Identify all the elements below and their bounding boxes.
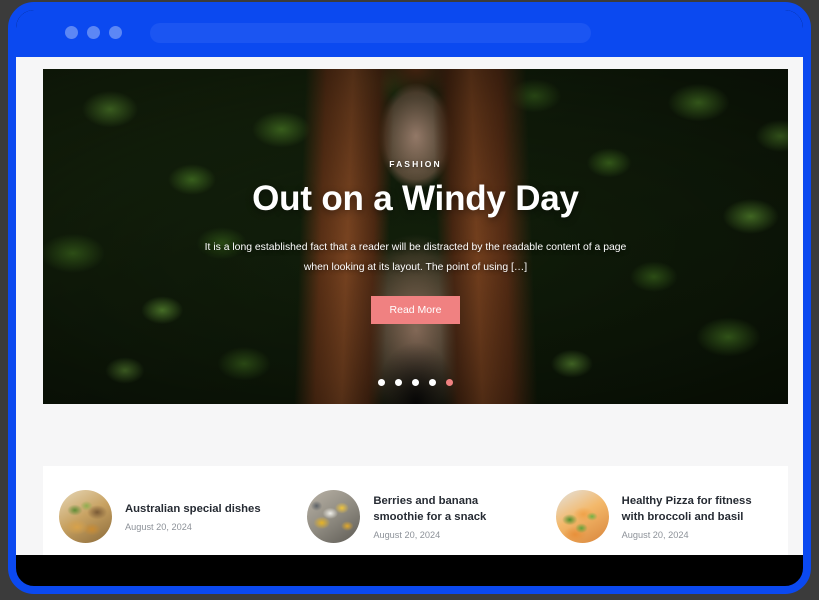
recent-post-item[interactable]: Berries and banana smoothie for a snack A… <box>291 490 539 543</box>
hero-slider: FASHION Out on a Windy Day It is a long … <box>43 69 788 404</box>
slider-dot-3[interactable] <box>412 379 419 386</box>
post-text-block: Healthy Pizza for fitness with broccoli … <box>622 493 772 540</box>
slider-dot-1[interactable] <box>378 379 385 386</box>
page-viewport: FASHION Out on a Windy Day It is a long … <box>16 57 803 555</box>
read-more-button[interactable]: Read More <box>370 296 461 325</box>
slider-dot-4[interactable] <box>429 379 436 386</box>
post-title[interactable]: Berries and banana smoothie for a snack <box>373 493 523 525</box>
post-text-block: Australian special dishes August 20, 2024 <box>125 501 261 532</box>
close-window-dot[interactable] <box>65 26 78 39</box>
minimize-window-dot[interactable] <box>87 26 100 39</box>
browser-window-mockup: FASHION Out on a Windy Day It is a long … <box>8 2 811 594</box>
slider-pagination-dots <box>43 379 788 386</box>
post-text-block: Berries and banana smoothie for a snack A… <box>373 493 523 540</box>
post-thumbnail-image <box>307 490 361 543</box>
post-date: August 20, 2024 <box>125 522 192 533</box>
browser-titlebar <box>16 10 803 57</box>
post-date: August 20, 2024 <box>373 530 441 541</box>
maximize-window-dot[interactable] <box>109 26 122 39</box>
slider-dot-2[interactable] <box>395 379 402 386</box>
hero-category-label[interactable]: FASHION <box>389 159 441 169</box>
post-title[interactable]: Healthy Pizza for fitness with broccoli … <box>622 493 772 525</box>
post-thumbnail-image <box>59 490 112 543</box>
hero-excerpt: It is a long established fact that a rea… <box>204 241 627 273</box>
recent-post-item[interactable]: Healthy Pizza for fitness with broccoli … <box>540 490 788 543</box>
recent-posts-strip: Australian special dishes August 20, 2024… <box>43 466 788 555</box>
hero-title: Out on a Windy Day <box>252 178 579 218</box>
post-title[interactable]: Australian special dishes <box>125 501 261 517</box>
recent-post-item[interactable]: Australian special dishes August 20, 2024 <box>43 490 291 543</box>
post-thumbnail-image <box>555 490 609 543</box>
address-bar-input[interactable] <box>150 23 591 43</box>
slider-dot-5[interactable] <box>446 379 453 386</box>
hero-content: FASHION Out on a Windy Day It is a long … <box>43 69 788 404</box>
post-date: August 20, 2024 <box>621 530 689 541</box>
traffic-light-dots <box>65 26 122 39</box>
